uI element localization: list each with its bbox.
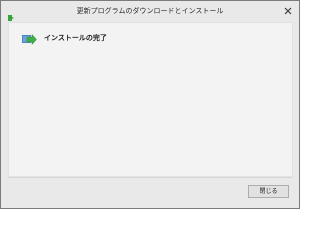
content-area: インストールの完了 — [8, 22, 293, 177]
dialog-window: 更新プログラムのダウンロードとインストール インストールの完了 閉じる — [0, 0, 300, 209]
title-bar: 更新プログラムのダウンロードとインストール — [1, 1, 299, 22]
close-icon[interactable] — [283, 6, 293, 16]
update-arrow-icon — [21, 31, 37, 46]
window-title: 更新プログラムのダウンロードとインストール — [76, 7, 224, 15]
footer-divider — [8, 177, 292, 178]
close-button[interactable]: 閉じる — [248, 185, 289, 198]
install-complete-heading: インストールの完了 — [44, 34, 107, 42]
